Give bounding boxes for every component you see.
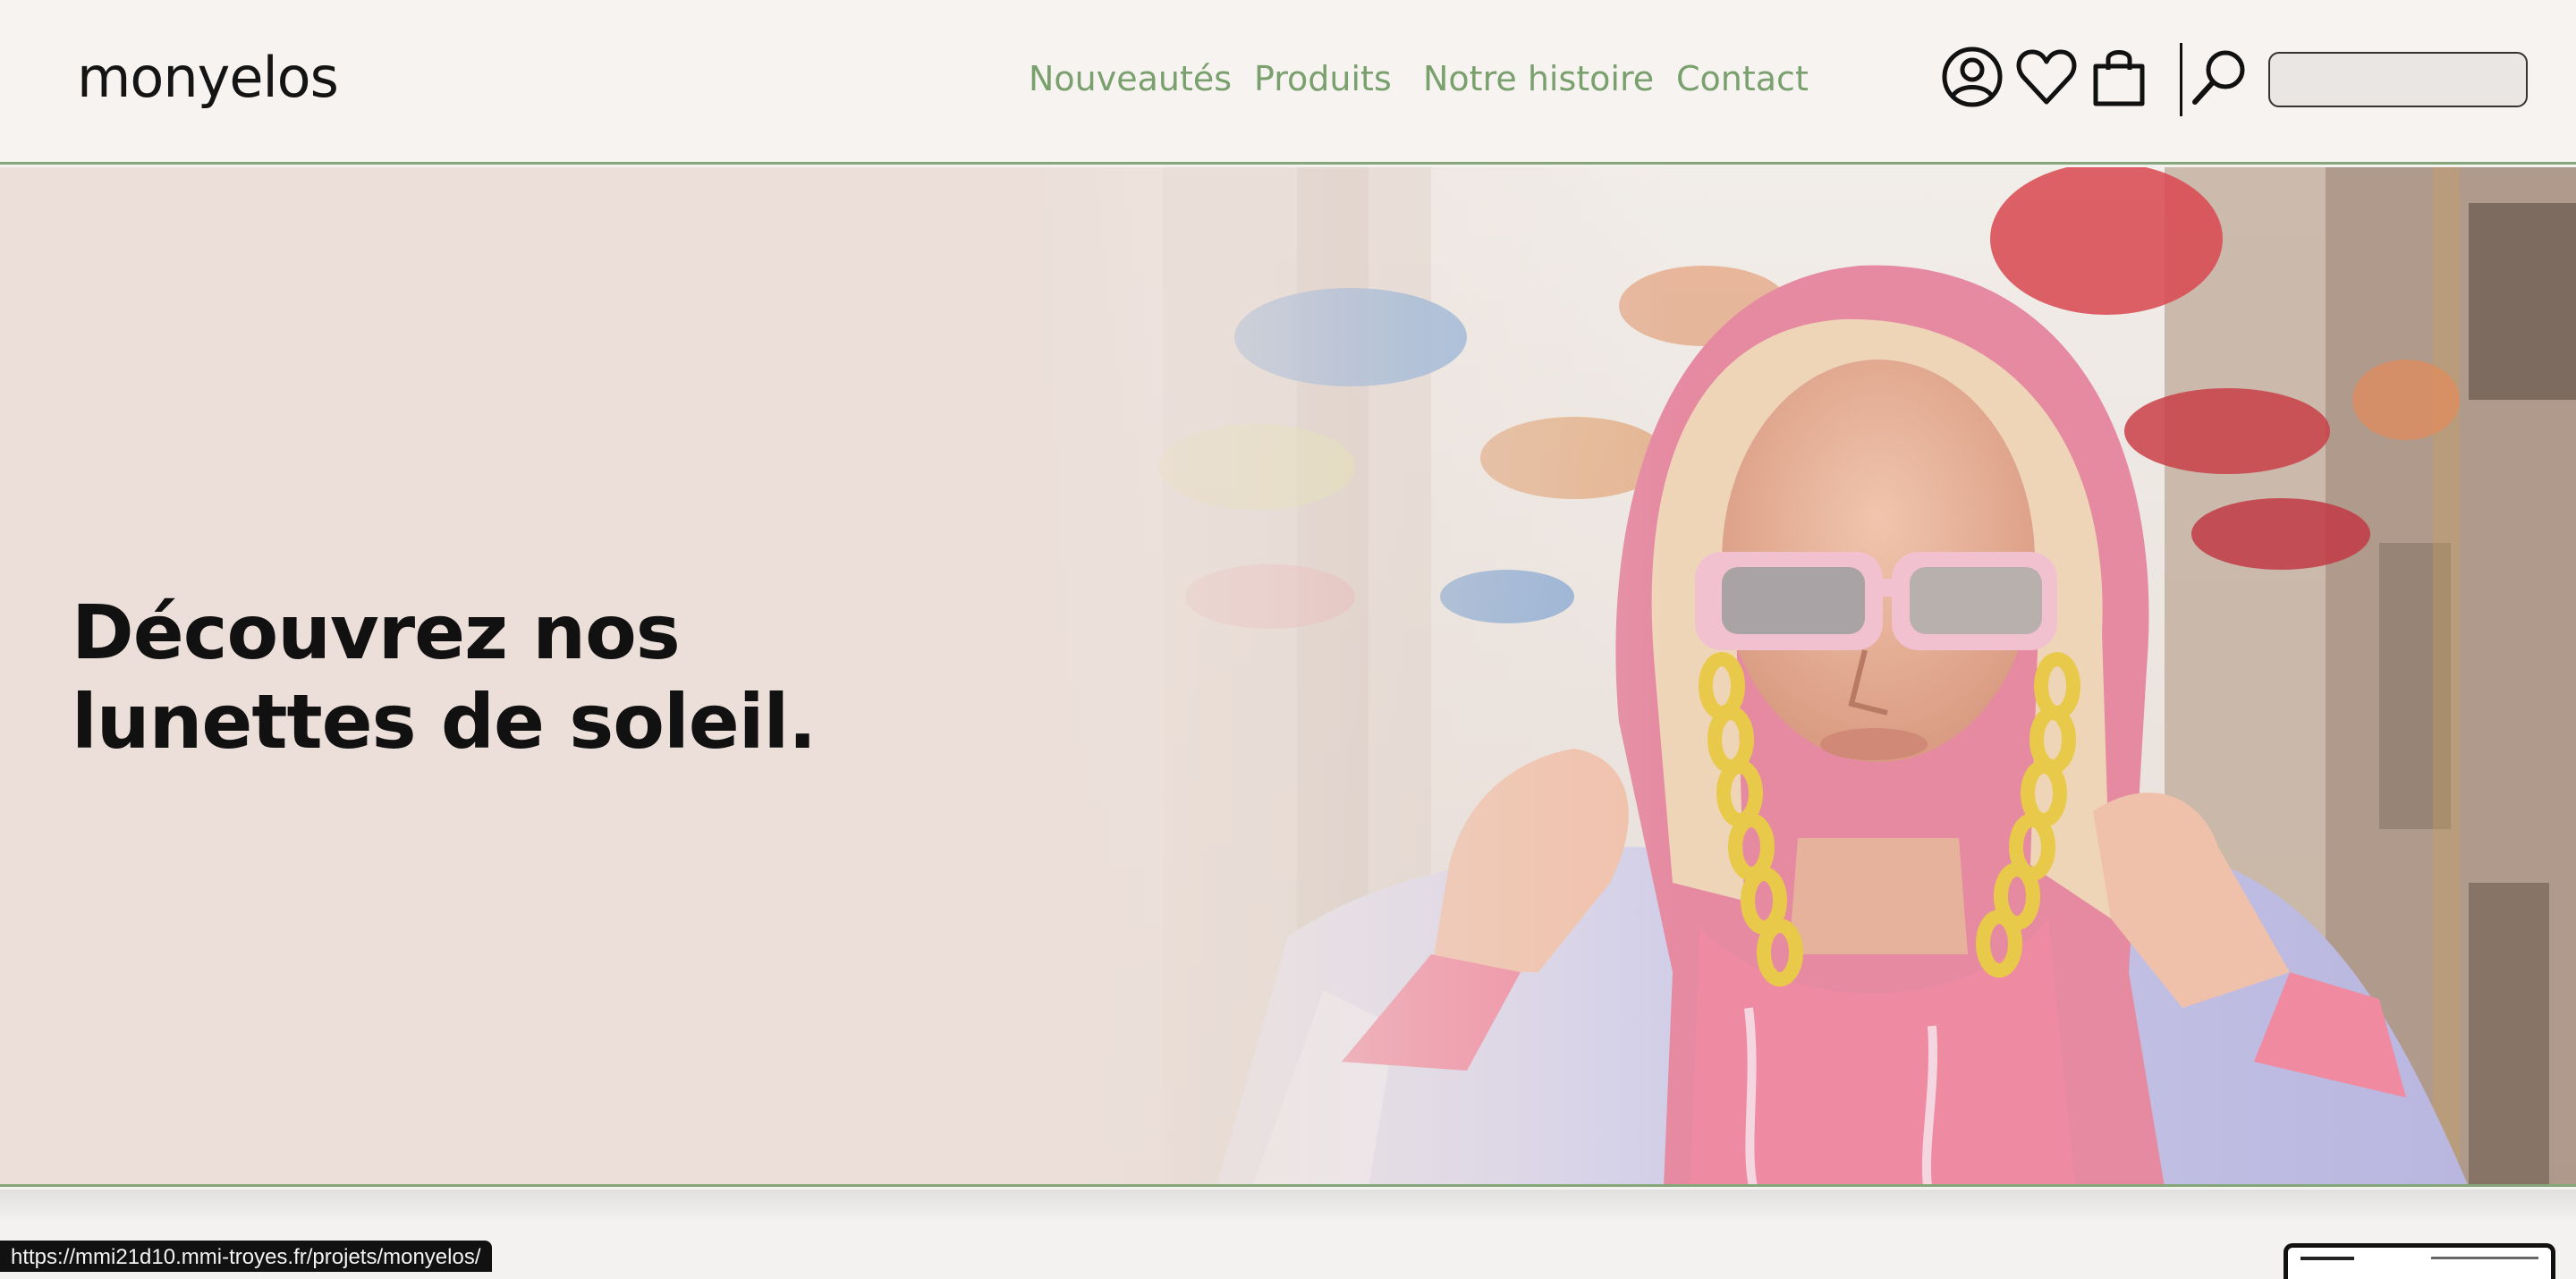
hero-title: Découvrez nos lunettes de soleil. bbox=[72, 589, 817, 766]
site-header: monyelos Nouveautés Produits Notre histo… bbox=[0, 0, 2576, 165]
site-logo[interactable]: monyelos bbox=[77, 45, 339, 110]
nav-link-notre-histoire[interactable]: Notre histoire bbox=[1423, 59, 1654, 98]
thumbnail-logo-line bbox=[2301, 1257, 2354, 1260]
page-thumbnail-preview bbox=[2284, 1243, 2555, 1279]
header-separator bbox=[2180, 43, 2182, 116]
status-bar-url: https://mmi21d10.mmi-troyes.fr/projets/m… bbox=[0, 1241, 492, 1272]
thumbnail-nav-line bbox=[2431, 1257, 2538, 1259]
hero-banner: Découvrez nos lunettes de soleil. bbox=[0, 167, 2576, 1187]
nav-link-produits[interactable]: Produits bbox=[1254, 59, 1392, 98]
nav-link-nouveautes[interactable]: Nouveautés bbox=[1029, 59, 1232, 98]
search-icon[interactable] bbox=[2188, 45, 2252, 109]
search-input[interactable] bbox=[2268, 52, 2528, 107]
heart-icon[interactable] bbox=[2014, 45, 2079, 109]
shopping-bag-icon[interactable] bbox=[2087, 45, 2151, 109]
account-icon[interactable] bbox=[1940, 45, 2004, 109]
nav-link-contact[interactable]: Contact bbox=[1676, 59, 1809, 98]
